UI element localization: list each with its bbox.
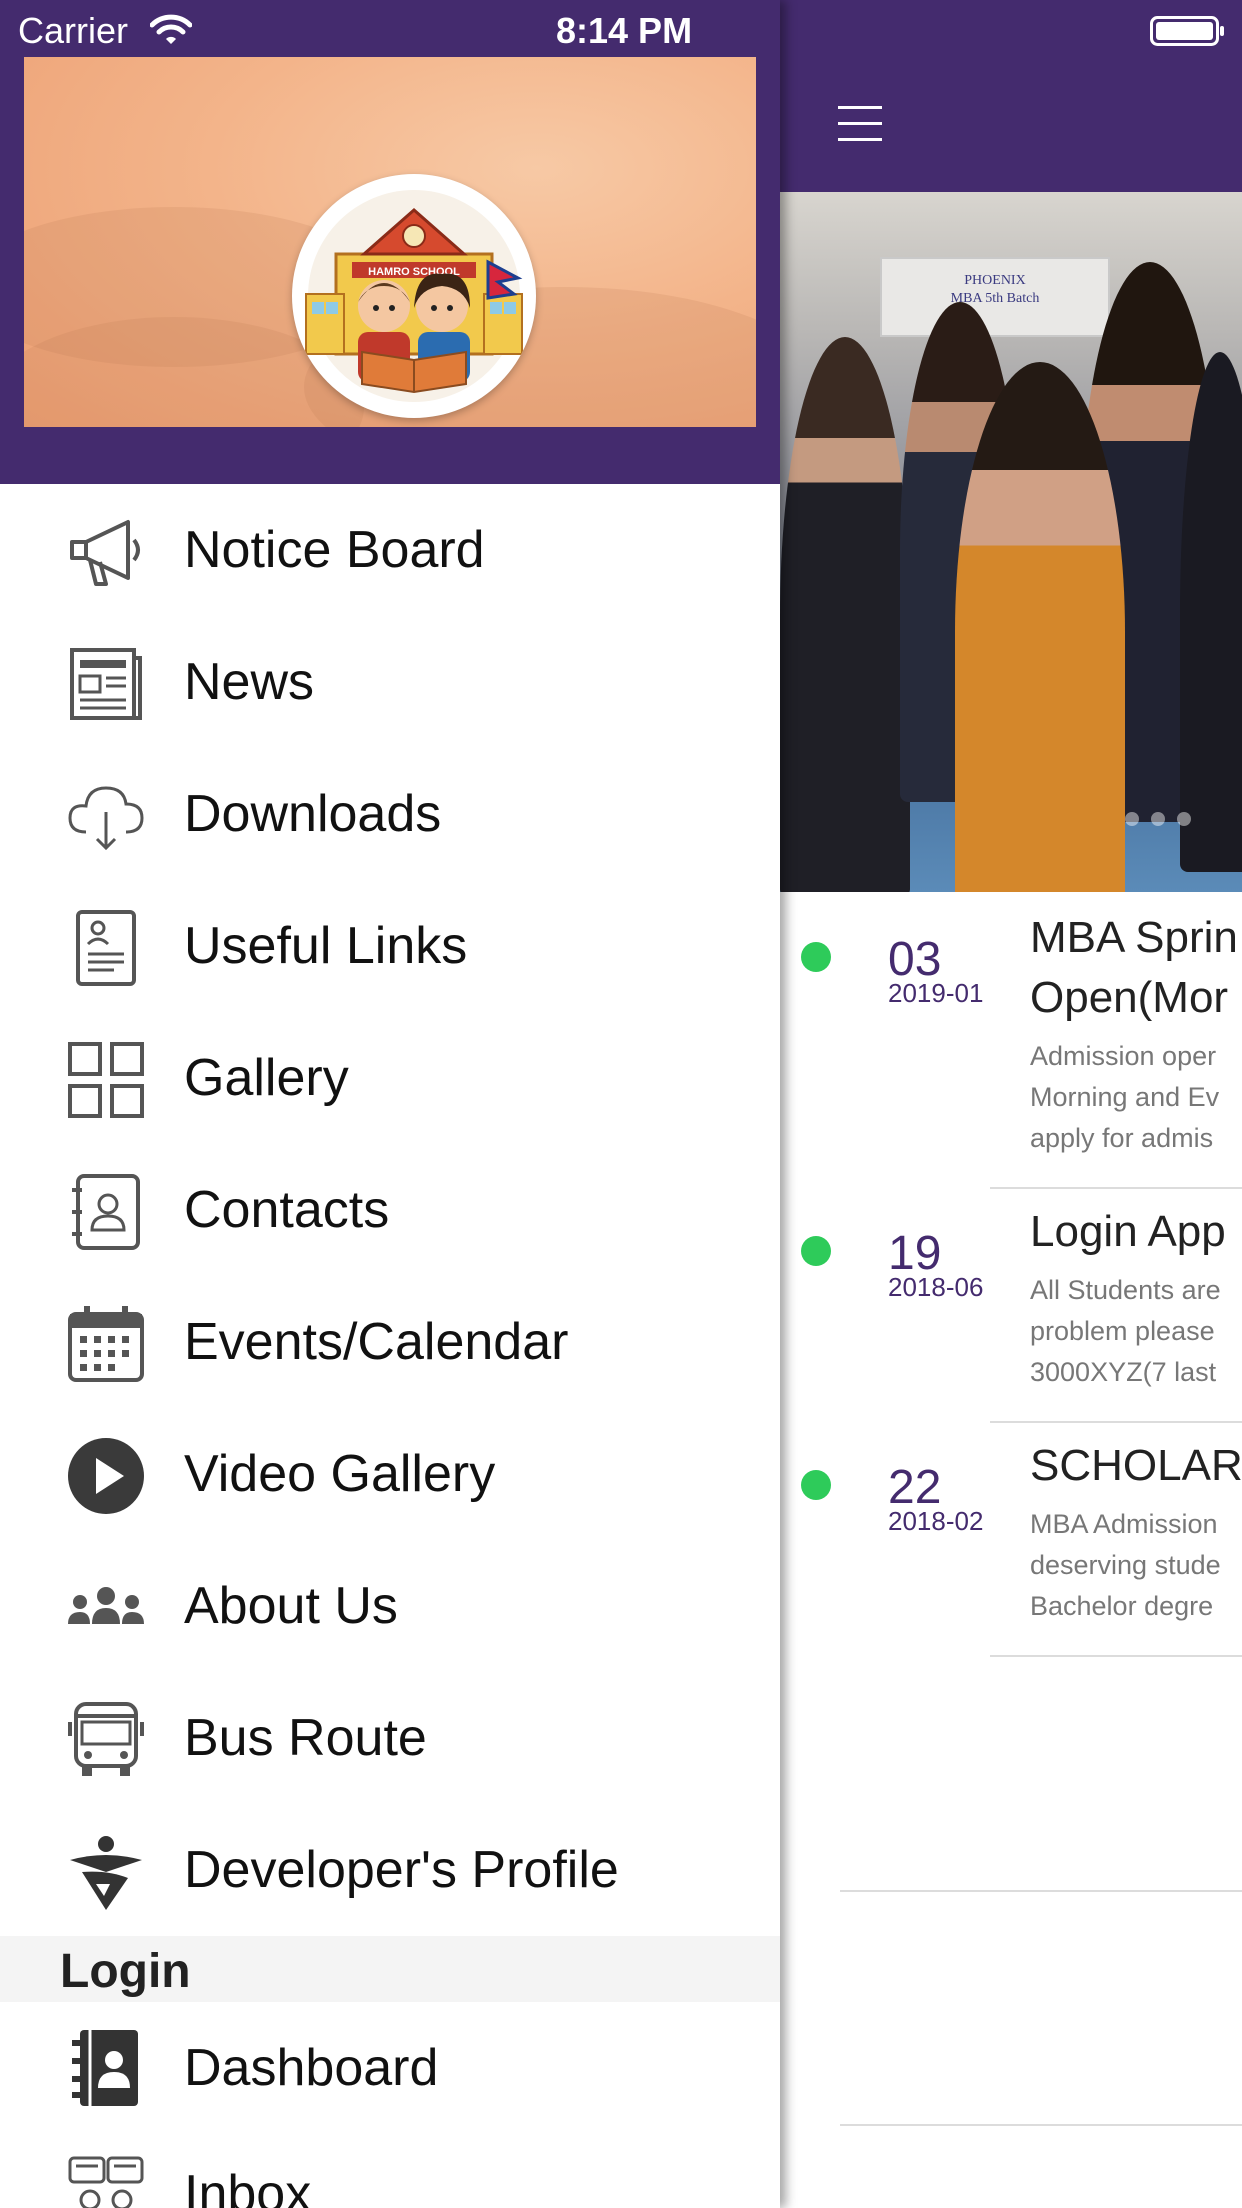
menu-item-label: About Us (184, 1577, 398, 1635)
megaphone-icon (70, 520, 140, 586)
event-description-line: All Students are (1030, 1275, 1221, 1305)
event-divider (990, 1655, 1242, 1657)
event-item[interactable]: 03 2019-01 MBA Sprin Open(Mor Admission … (780, 900, 1242, 1153)
dashboard-icon (72, 2030, 138, 2106)
drawer-banner-image: HAMRO SCHOOL (24, 57, 756, 427)
menu-item-label: Notice Board (184, 521, 485, 579)
school-logo-icon: HAMRO SCHOOL (292, 174, 536, 418)
main-content: PHOENIX MBA 5th Batch 03 2019-01 MBA Spr… (780, 0, 1242, 2208)
menu-item-about-us[interactable]: About Us (0, 1540, 780, 1672)
group-icon (68, 1587, 144, 1624)
menu-item-dashboard[interactable]: Dashboard (0, 2002, 780, 2134)
menu-item-label: News (184, 653, 315, 711)
menu-item-label: Video Gallery (184, 1445, 496, 1503)
list-divider (840, 1890, 1242, 1892)
menu-item-gallery[interactable]: Gallery (0, 1012, 780, 1144)
event-title: MBA Sprin (1030, 913, 1238, 962)
newspaper-icon (70, 648, 142, 720)
menu-item-label: Inbox (184, 2165, 312, 2208)
document-user-icon (76, 910, 136, 986)
hero-person (780, 337, 910, 892)
hero-person (955, 362, 1125, 892)
status-dot-icon (801, 942, 831, 972)
menu-item-label: Gallery (184, 1049, 349, 1107)
event-description-line: 3000XYZ(7 last (1030, 1357, 1217, 1387)
menu-item-label: Events/Calendar (184, 1313, 569, 1371)
menu-item-inbox[interactable]: Inbox (0, 2134, 780, 2208)
menu-item-video-gallery[interactable]: Video Gallery (0, 1408, 780, 1540)
menu-item-bus-route[interactable]: Bus Route (0, 1672, 780, 1804)
login-section-title: Login (60, 1945, 191, 1998)
menu-item-label: Useful Links (184, 917, 468, 975)
event-description-line: apply for admis (1030, 1123, 1214, 1153)
wifi-icon (150, 14, 192, 44)
status-bar: Carrier 8:14 PM (0, 0, 1242, 58)
menu-item-useful-links[interactable]: Useful Links (0, 880, 780, 1012)
menu-item-label: Developer's Profile (184, 1841, 619, 1899)
menu-item-news[interactable]: News (0, 616, 780, 748)
menu-item-label: Bus Route (184, 1709, 427, 1767)
menu-item-contacts[interactable]: Contacts (0, 1144, 780, 1276)
hero-image-slider[interactable]: PHOENIX MBA 5th Batch (780, 192, 1242, 892)
bus-icon (68, 1702, 144, 1776)
event-title-line2: Open(Mor (1030, 973, 1229, 1022)
drawer-header: HAMRO SCHOOL (0, 0, 780, 484)
event-description-line: deserving stude (1030, 1550, 1221, 1580)
grid-icon (68, 1042, 144, 1118)
event-description-line: MBA Admission (1030, 1509, 1218, 1539)
navigation-drawer: HAMRO SCHOOL Notice Board News Downloads… (0, 0, 780, 2208)
time-label: 8:14 PM (556, 10, 693, 51)
event-description-line: Morning and Ev (1030, 1082, 1220, 1112)
menu-item-label: Dashboard (184, 2039, 439, 2097)
menu-item-developers-profile[interactable]: Developer's Profile (0, 1804, 780, 1936)
event-divider (990, 1187, 1242, 1189)
event-title: Login App (1030, 1207, 1226, 1256)
menu-item-label: Downloads (184, 785, 442, 843)
carrier-label: Carrier (18, 10, 129, 51)
list-divider (840, 2124, 1242, 2126)
menu-item-notice-board[interactable]: Notice Board (0, 484, 780, 616)
event-divider (990, 1421, 1242, 1423)
event-year-month: 2018-06 (888, 1272, 984, 1302)
hero-banner-text: PHOENIX MBA 5th Batch (950, 273, 1040, 306)
event-item[interactable]: 19 2018-06 Login App All Students are pr… (780, 1190, 1242, 1424)
play-circle-icon (68, 1438, 144, 1514)
event-description-line: Bachelor degre (1030, 1591, 1214, 1621)
menu-item-events-calendar[interactable]: Events/Calendar (0, 1276, 780, 1408)
menu-item-label: Contacts (184, 1181, 390, 1239)
event-year-month: 2019-01 (888, 978, 984, 1008)
event-description-line: Admission oper (1030, 1041, 1217, 1071)
slider-page-indicator (1125, 812, 1191, 826)
hamburger-menu-icon[interactable] (838, 106, 882, 142)
cloud-download-icon (68, 786, 144, 851)
event-item[interactable]: 22 2018-02 SCHOLARS MBA Admission deserv… (780, 1424, 1242, 1658)
inbox-chat-icon (68, 2156, 144, 2208)
event-year-month: 2018-02 (888, 1506, 984, 1536)
status-dot-icon (801, 1470, 831, 1500)
login-section-header: Login (0, 1936, 780, 2002)
event-description-line: problem please (1030, 1316, 1215, 1346)
menu-item-downloads[interactable]: Downloads (0, 748, 780, 880)
contact-book-icon (72, 1174, 140, 1250)
calendar-icon (68, 1306, 144, 1382)
developer-logo-icon (70, 1836, 142, 1910)
event-title: SCHOLARS (1030, 1441, 1242, 1490)
battery-icon (1150, 16, 1224, 46)
status-dot-icon (801, 1236, 831, 1266)
